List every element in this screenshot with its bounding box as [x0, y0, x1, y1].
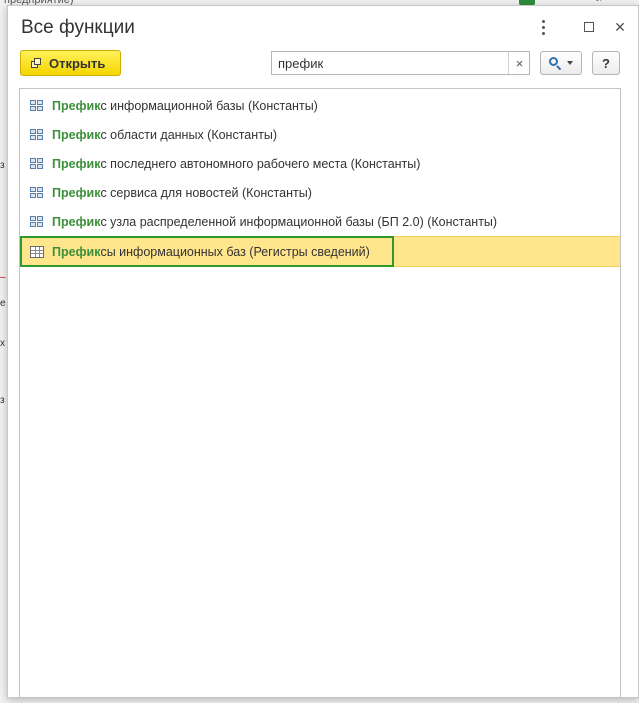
results-list: Префикс информационной базы (Константы) … — [19, 88, 621, 698]
list-item-label: Префикс сервиса для новостей (Константы) — [52, 185, 312, 200]
list-item[interactable]: Префикс последнего автономного рабочего … — [20, 149, 620, 178]
background-chevron-icon: ‹ — [557, 0, 561, 4]
background-mark: – — [0, 272, 6, 283]
list-item[interactable]: Префикс области данных (Константы) — [20, 120, 620, 149]
open-icon — [31, 58, 42, 68]
maximize-icon — [584, 22, 594, 32]
more-actions-button[interactable] — [534, 18, 552, 36]
list-item-selected[interactable]: Префиксы информационных баз (Регистры св… — [20, 236, 620, 267]
open-button-label: Открыть — [49, 55, 106, 71]
constant-icon — [30, 99, 44, 112]
more-vertical-icon — [541, 19, 545, 35]
all-functions-dialog: Все функции ✕ Открыть × ? Префикс информ… — [7, 5, 639, 698]
background-mark: з — [0, 395, 5, 406]
list-item-label: Префиксы информационных баз (Регистры св… — [52, 244, 370, 259]
close-button[interactable]: ✕ — [611, 18, 629, 36]
list-item[interactable]: Префикс сервиса для новостей (Константы) — [20, 178, 620, 207]
background-mark: е — [0, 298, 6, 309]
constant-icon — [30, 157, 44, 170]
constant-icon — [30, 128, 44, 141]
list-item-label: Префикс информационной базы (Константы) — [52, 98, 318, 113]
list-item-label: Префикс последнего автономного рабочего … — [52, 156, 421, 171]
chevron-down-icon — [567, 61, 573, 65]
list-item[interactable]: Префикс узла распределенной информационн… — [20, 207, 620, 236]
constant-icon — [30, 186, 44, 199]
background-bell-icon: ♫ — [595, 0, 603, 4]
list-item-label: Префикс узла распределенной информационн… — [52, 214, 498, 229]
maximize-button[interactable] — [580, 18, 598, 36]
help-button[interactable]: ? — [592, 51, 620, 75]
background-mark: з — [0, 160, 5, 171]
background-mark: х — [0, 338, 5, 349]
list-item-label: Префикс области данных (Константы) — [52, 127, 278, 142]
list-item[interactable]: Префикс информационной базы (Константы) — [20, 91, 620, 120]
open-button[interactable]: Открыть — [20, 50, 121, 76]
dialog-title: Все функции — [21, 17, 135, 38]
constant-icon — [30, 215, 44, 228]
close-icon: ✕ — [614, 18, 626, 35]
help-label: ? — [602, 55, 610, 71]
search-icon — [549, 57, 562, 71]
search-field: × — [271, 51, 530, 75]
search-input[interactable] — [272, 52, 508, 74]
clear-icon: × — [515, 55, 524, 71]
search-button[interactable] — [540, 51, 582, 75]
clear-search-button[interactable]: × — [508, 52, 530, 74]
register-icon — [30, 245, 44, 258]
